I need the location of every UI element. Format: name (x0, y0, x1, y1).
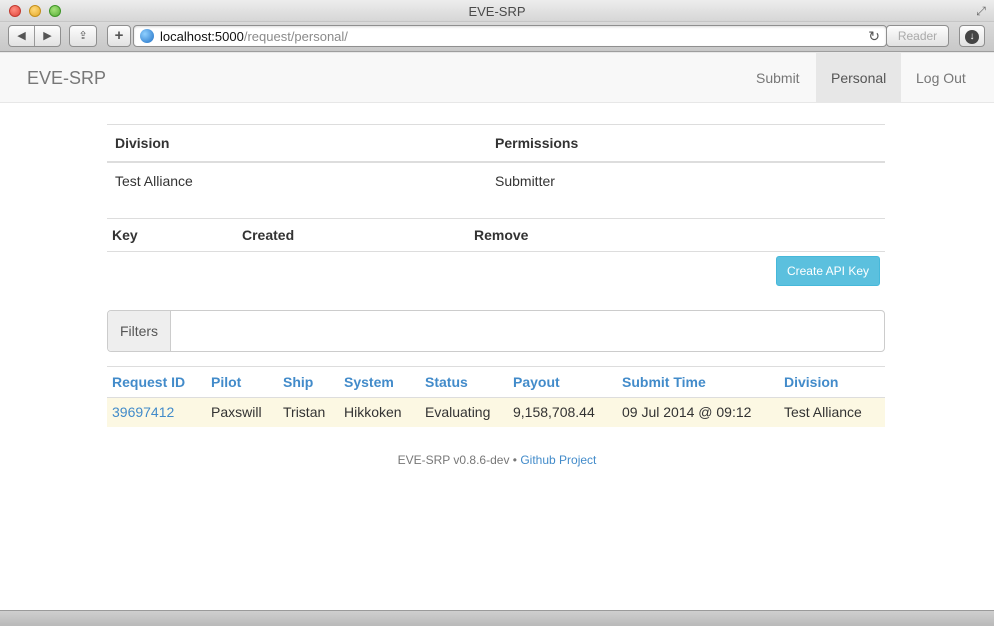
cell-permission: Submitter (495, 173, 555, 189)
github-project-link[interactable]: Github Project (520, 453, 596, 467)
footer-separator: • (509, 453, 521, 467)
create-api-key-button[interactable]: Create API Key (776, 256, 880, 286)
header-system[interactable]: System (339, 367, 420, 398)
header-remove: Remove (469, 218, 885, 252)
reload-icon[interactable]: ↻ (868, 28, 880, 45)
back-arrow-icon[interactable]: ◀ (9, 26, 35, 46)
header-pilot[interactable]: Pilot (206, 367, 278, 398)
table-row[interactable]: 39697412 Paxswill Tristan Hikkoken Evalu… (107, 397, 885, 427)
cell-division: Test Alliance (779, 397, 885, 427)
fullscreen-icon[interactable]: ⤢ (974, 4, 988, 18)
globe-icon (140, 29, 154, 43)
nav-logout[interactable]: Log Out (901, 53, 981, 103)
api-keys-table: Key Created Remove (107, 218, 885, 252)
navbar: EVE-SRP Submit Personal Log Out (0, 53, 994, 103)
reader-button[interactable]: Reader (886, 25, 949, 47)
window-titlebar: EVE-SRP ⤢ (0, 0, 994, 22)
permissions-table: Division Permissions Test Alliance Submi… (107, 124, 885, 199)
cell-status: Evaluating (420, 397, 508, 427)
main-content: Division Permissions Test Alliance Submi… (107, 124, 885, 427)
header-created: Created (237, 218, 469, 252)
browser-toolbar: ◀ ▶ ⇪ + localhost:5000/request/personal/… (0, 22, 994, 52)
table-row: Test Alliance Submitter (107, 162, 885, 199)
url-path: /request/personal/ (243, 29, 348, 44)
forward-arrow-icon[interactable]: ▶ (35, 26, 60, 46)
back-forward-buttons: ◀ ▶ (8, 25, 61, 47)
header-payout[interactable]: Payout (508, 367, 617, 398)
cell-request-id-link[interactable]: 39697412 (107, 397, 206, 427)
footer-version: EVE-SRP v0.8.6-dev (397, 453, 510, 467)
header-division: Division (107, 124, 487, 163)
page-footer: EVE-SRP v0.8.6-dev • Github Project (0, 453, 994, 467)
add-tab-icon[interactable]: + (107, 25, 131, 47)
header-status[interactable]: Status (420, 367, 508, 398)
header-permissions: Permissions (487, 124, 885, 163)
cell-system: Hikkoken (339, 397, 420, 427)
url-host: localhost:5000 (160, 29, 244, 44)
cell-submit-time: 09 Jul 2014 @ 09:12 (617, 397, 779, 427)
header-division[interactable]: Division (779, 367, 885, 398)
filters-label: Filters (108, 311, 171, 351)
cell-ship: Tristan (278, 397, 339, 427)
cell-division: Test Alliance (115, 173, 193, 189)
address-bar[interactable]: localhost:5000/request/personal/ ↻ (133, 25, 887, 47)
browser-statusbar (0, 610, 994, 626)
requests-table: Request ID Pilot Ship System Status Payo… (107, 366, 885, 427)
header-key: Key (107, 218, 237, 252)
downloads-button[interactable]: ↓ (959, 25, 985, 47)
brand-link[interactable]: EVE-SRP (27, 68, 106, 89)
nav-submit[interactable]: Submit (741, 53, 815, 103)
header-ship[interactable]: Ship (278, 367, 339, 398)
header-submit-time[interactable]: Submit Time (617, 367, 779, 398)
download-arrow-icon: ↓ (965, 30, 979, 44)
page-viewport: EVE-SRP Submit Personal Log Out Division… (0, 53, 994, 610)
nav-personal[interactable]: Personal (816, 53, 901, 103)
cell-pilot: Paxswill (206, 397, 278, 427)
header-request-id[interactable]: Request ID (107, 367, 206, 398)
filters-group: Filters (107, 310, 885, 352)
share-icon[interactable]: ⇪ (69, 25, 97, 47)
url-text[interactable]: localhost:5000/request/personal/ (160, 29, 348, 44)
window-title: EVE-SRP (468, 4, 526, 19)
cell-payout: 9,158,708.44 (508, 397, 617, 427)
filters-input[interactable] (172, 311, 884, 351)
